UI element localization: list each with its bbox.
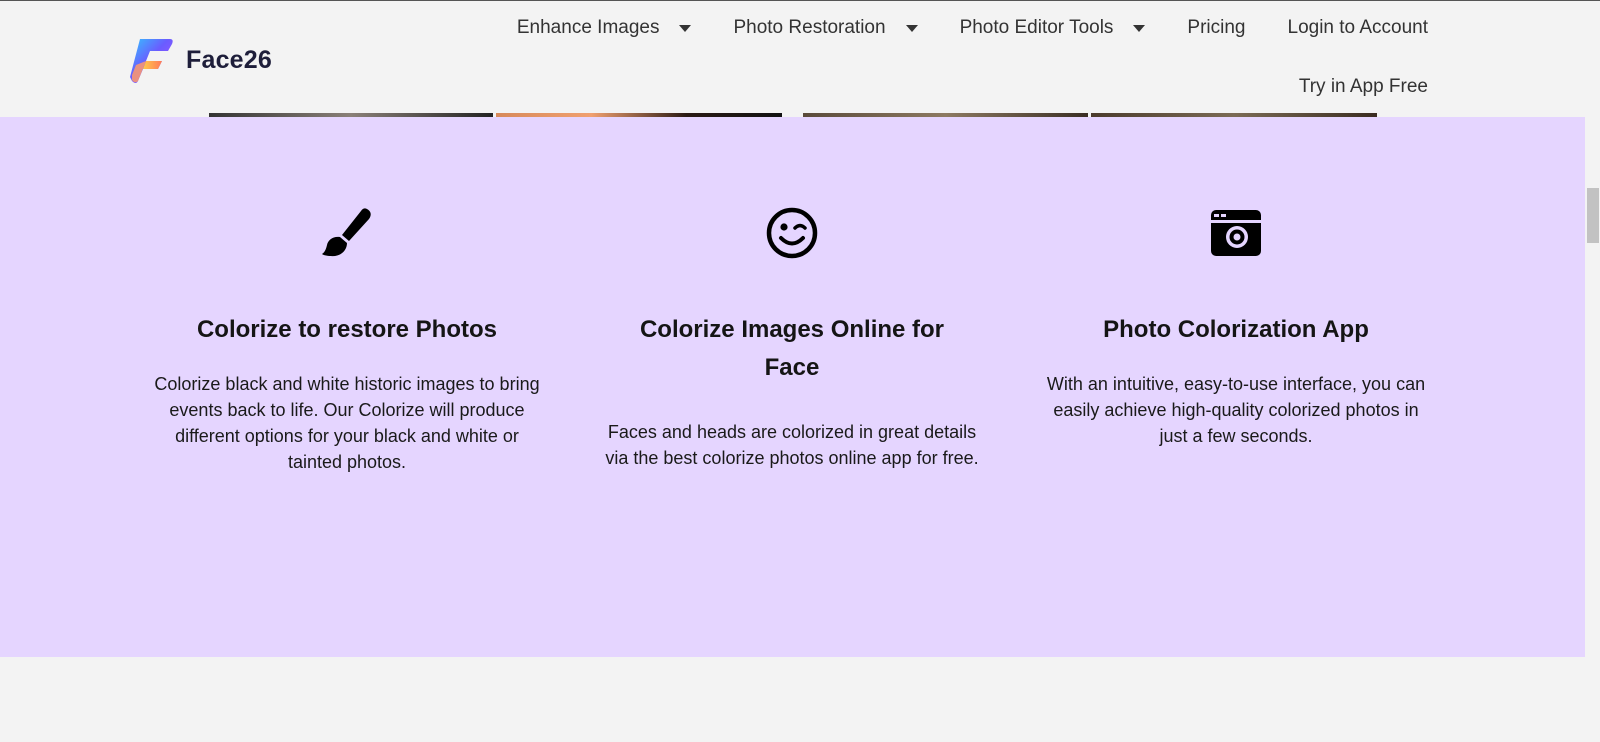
feature-card: Photo Colorization App With an intuitive… — [1026, 117, 1446, 449]
feature-title: Colorize Images Online for Face — [639, 316, 945, 381]
brand-logo[interactable]: Face26 — [126, 35, 272, 85]
wink-face-icon — [766, 207, 818, 259]
camera-icon — [1211, 210, 1261, 256]
caret-down-icon — [1133, 24, 1146, 32]
page-scrollbar[interactable] — [1585, 1, 1600, 742]
nav-item-label: Photo Restoration — [733, 17, 886, 38]
caret-down-icon — [679, 24, 692, 32]
feature-title: Colorize to restore Photos — [196, 316, 498, 343]
feature-text: Colorize black and white historic images… — [154, 374, 540, 472]
brand-name: Face26 — [186, 45, 272, 74]
nav-item-label: Enhance Images — [516, 17, 660, 38]
scrollbar-thumb[interactable] — [1587, 188, 1599, 243]
paintbrush-icon — [322, 208, 371, 257]
feature-text: Faces and heads are colorized in great d… — [605, 422, 979, 468]
features-section: Colorize to restore Photos Colorize blac… — [0, 117, 1585, 657]
caret-down-icon — [905, 24, 918, 32]
nav-enhance-images[interactable]: Enhance Images — [517, 17, 692, 39]
nav-item-label: Login to Account — [1287, 17, 1429, 38]
nav-photo-editor-tools[interactable]: Photo Editor Tools — [960, 17, 1146, 39]
nav-login[interactable]: Login to Account — [1288, 17, 1429, 39]
nav-item-label: Pricing — [1187, 17, 1246, 38]
nav-item-label: Photo Editor Tools — [959, 17, 1114, 38]
site-header: Face26 Enhance Images Photo Restoration … — [0, 1, 1585, 117]
feature-title: Photo Colorization App — [1103, 316, 1369, 343]
nav-pricing[interactable]: Pricing — [1187, 17, 1245, 39]
main-nav: Enhance Images Photo Restoration Photo E… — [475, 17, 1428, 39]
face26-logo-icon — [130, 39, 173, 83]
feature-card: Colorize to restore Photos Colorize blac… — [137, 117, 557, 475]
feature-card: Colorize Images Online for Face Faces an… — [582, 117, 1002, 471]
feature-text: With an intuitive, easy-to-use interface… — [1046, 374, 1426, 446]
nav-photo-restoration[interactable]: Photo Restoration — [733, 17, 918, 39]
nav-try-in-app[interactable]: Try in App Free — [1299, 76, 1428, 98]
